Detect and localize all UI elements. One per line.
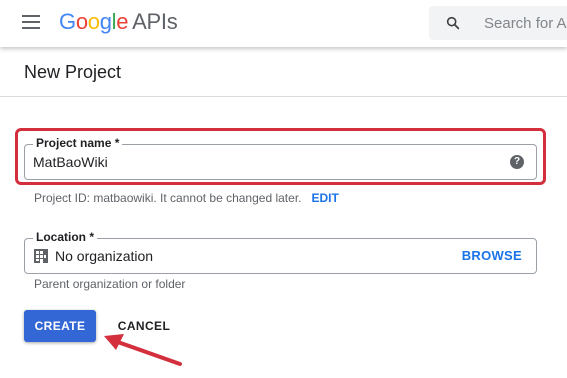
logo-letter: o [87, 9, 100, 34]
google-apis-logo[interactable]: Google APIs [59, 9, 178, 35]
logo-brand: Google [59, 9, 128, 34]
project-id-hint: Project ID: matbaowiki. It cannot be cha… [34, 191, 339, 205]
header-divider [0, 96, 567, 97]
search-icon[interactable] [445, 15, 461, 31]
logo-letter: G [59, 9, 76, 34]
annotation-arrow [104, 334, 182, 366]
location-field[interactable]: Location * No organization BROWSE [24, 230, 537, 274]
location-value: No organization [55, 248, 154, 264]
search-box[interactable] [429, 6, 567, 40]
search-input[interactable] [484, 6, 567, 40]
organization-icon [34, 249, 48, 263]
logo-letter: g [99, 9, 112, 34]
create-button[interactable]: CREATE [24, 310, 96, 342]
logo-letter: e [116, 9, 129, 34]
top-app-bar: Google APIs [0, 0, 567, 47]
project-name-field[interactable]: Project name * ? [24, 136, 537, 180]
project-id-hint-text: Project ID: matbaowiki. It cannot be cha… [34, 191, 302, 205]
project-name-input[interactable] [33, 145, 473, 179]
logo-letter: o [75, 9, 88, 34]
page-title: New Project [24, 62, 122, 82]
edit-project-id-link[interactable]: EDIT [311, 191, 338, 205]
location-hint: Parent organization or folder [34, 277, 186, 291]
browse-button[interactable]: BROWSE [462, 239, 522, 273]
help-icon[interactable]: ? [510, 155, 524, 169]
hamburger-menu-icon[interactable] [22, 15, 42, 31]
logo-product: APIs [132, 9, 178, 34]
